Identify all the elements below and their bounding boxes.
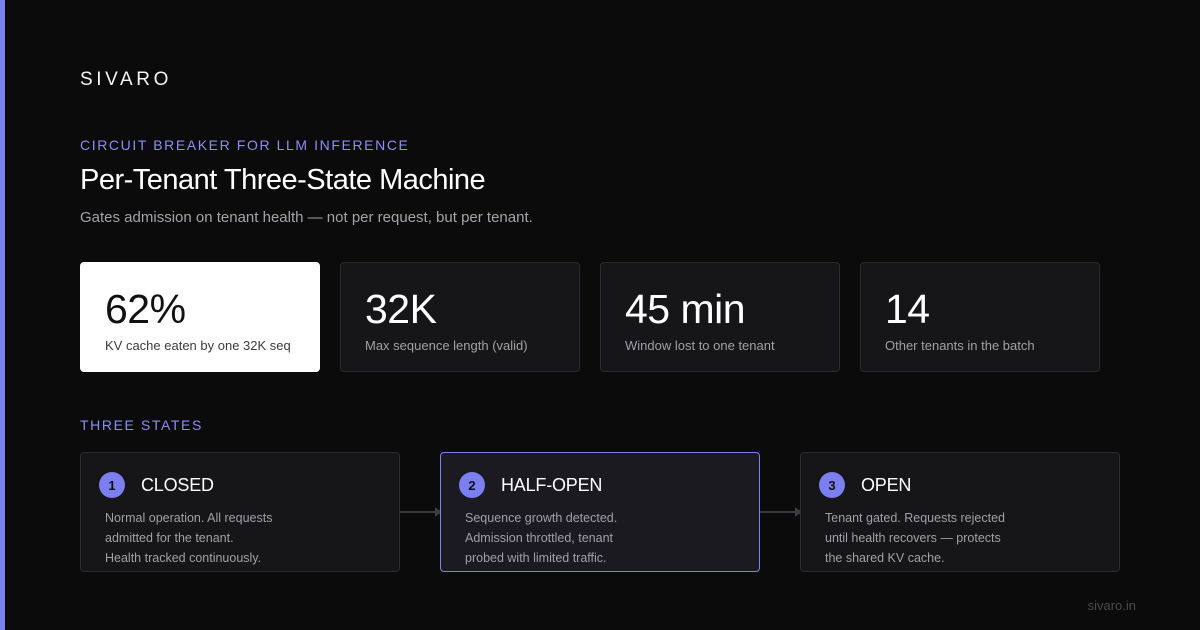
- description-line: Health tracked continuously.: [105, 551, 262, 565]
- description-line: the shared KV cache.: [825, 551, 945, 565]
- section-label: THREE STATES: [80, 417, 203, 433]
- state-name: OPEN: [861, 474, 912, 495]
- page-subtitle: Gates admission on tenant health — not p…: [80, 209, 533, 226]
- stat-value: 32K: [365, 286, 437, 332]
- state-header: 2 HALF-OPEN: [459, 472, 736, 498]
- stat-card-max-sequence: 32K Max sequence length (valid): [340, 262, 580, 372]
- step-badge: 1: [99, 472, 125, 498]
- stats-row: 62% KV cache eaten by one 32K seq 32K Ma…: [80, 262, 1100, 372]
- description-line: Tenant gated. Requests rejected: [825, 511, 1005, 525]
- arrow-connector: [400, 507, 442, 517]
- state-header: 3 OPEN: [819, 472, 1096, 498]
- state-name: HALF-OPEN: [501, 474, 603, 495]
- stat-label: Window lost to one tenant: [625, 338, 775, 353]
- eyebrow: CIRCUIT BREAKER FOR LLM INFERENCE: [80, 137, 410, 153]
- state-card-half-open: 2 HALF-OPEN Sequence growth detected. Ad…: [440, 452, 760, 572]
- state-card-open: 3 OPEN Tenant gated. Requests rejected u…: [800, 452, 1120, 572]
- accent-bar: [0, 0, 5, 630]
- state-name: CLOSED: [141, 474, 214, 495]
- stat-card-other-tenants: 14 Other tenants in the batch: [860, 262, 1100, 372]
- state-description: Tenant gated. Requests rejected until he…: [825, 508, 1096, 568]
- description-line: until health recovers — protects: [825, 531, 1001, 545]
- footer-url: sivaro.in: [1087, 598, 1136, 613]
- stat-card-kv-cache: 62% KV cache eaten by one 32K seq: [80, 262, 320, 372]
- brand-logo: SIVARO: [80, 69, 172, 90]
- description-line: admitted for the tenant.: [105, 531, 234, 545]
- state-card-closed: 1 CLOSED Normal operation. All requests …: [80, 452, 400, 572]
- stat-value: 14: [885, 286, 930, 332]
- stat-label: KV cache eaten by one 32K seq: [105, 338, 291, 353]
- stat-value: 62%: [105, 286, 186, 332]
- arrow-connector: [760, 507, 802, 517]
- step-badge: 3: [819, 472, 845, 498]
- description-line: Sequence growth detected.: [465, 511, 618, 525]
- stat-label: Max sequence length (valid): [365, 338, 528, 353]
- description-line: Admission throttled, tenant: [465, 531, 613, 545]
- state-header: 1 CLOSED: [99, 472, 376, 498]
- description-line: probed with limited traffic.: [465, 551, 607, 565]
- state-description: Normal operation. All requests admitted …: [105, 508, 376, 568]
- state-description: Sequence growth detected. Admission thro…: [465, 508, 736, 568]
- stat-card-window-lost: 45 min Window lost to one tenant: [600, 262, 840, 372]
- step-badge: 2: [459, 472, 485, 498]
- stat-value: 45 min: [625, 286, 746, 332]
- page-title: Per-Tenant Three-State Machine: [80, 164, 486, 196]
- stat-label: Other tenants in the batch: [885, 338, 1035, 353]
- description-line: Normal operation. All requests: [105, 511, 273, 525]
